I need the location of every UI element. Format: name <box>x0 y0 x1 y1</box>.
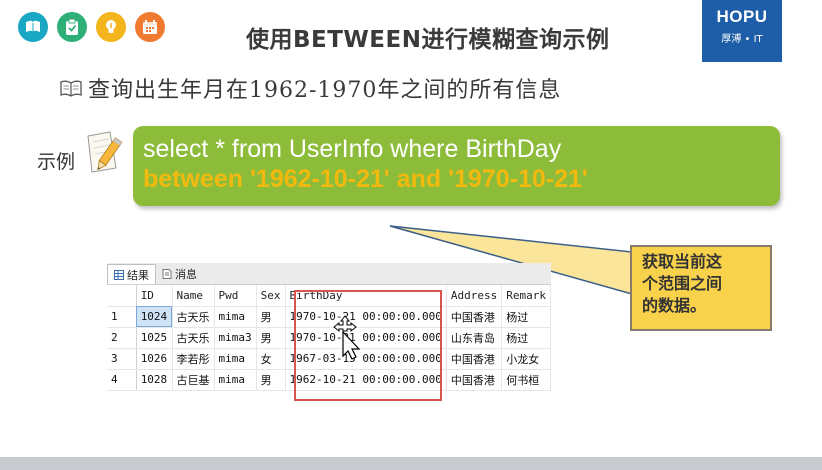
tab-messages[interactable]: 消息 <box>156 264 203 284</box>
sql-code-box: select * from UserInfo where BirthDay be… <box>133 126 780 206</box>
col-header-address[interactable]: Address <box>446 285 503 307</box>
cell-sex[interactable]: 男 <box>256 306 286 328</box>
col-header-remark[interactable]: Remark <box>501 285 551 307</box>
callout-line-3: 的数据。 <box>642 296 707 315</box>
grid-icon <box>114 269 124 280</box>
cell-remark[interactable]: 何书桓 <box>501 369 551 391</box>
cell-address[interactable]: 中国香港 <box>446 348 503 370</box>
cell-id[interactable]: 1025 <box>136 327 173 349</box>
callout-note: 获取当前这 个范围之间 的数据。 <box>630 245 772 331</box>
tab-results-label: 结果 <box>127 268 149 282</box>
cell-name[interactable]: 古天乐 <box>172 327 215 349</box>
col-header-name[interactable]: Name <box>172 285 215 307</box>
col-header-pwd[interactable]: Pwd <box>214 285 257 307</box>
row-number-header <box>107 285 137 307</box>
cell-remark[interactable]: 杨过 <box>501 306 551 328</box>
results-tab-bar: 结果 消息 <box>107 263 551 285</box>
cell-name[interactable]: 古巨基 <box>172 369 215 391</box>
cell-id[interactable]: 1028 <box>136 369 173 391</box>
example-label: 示例 <box>37 151 76 173</box>
brand-name: HOPU <box>716 7 768 26</box>
message-icon <box>162 269 172 279</box>
cell-address[interactable]: 中国香港 <box>446 369 503 391</box>
cell-id[interactable]: 1026 <box>136 348 173 370</box>
top-icon-bar <box>18 12 165 42</box>
row-number[interactable]: 3 <box>107 348 137 370</box>
cell-id[interactable]: 1024 <box>136 306 173 328</box>
row-number[interactable]: 1 <box>107 306 137 328</box>
tab-results[interactable]: 结果 <box>107 264 156 284</box>
col-header-id[interactable]: ID <box>136 285 173 307</box>
sql-line-between: between '1962-10-21' and '1970-10-21' <box>143 165 588 193</box>
clipboard-check-icon[interactable] <box>57 12 87 42</box>
cell-pwd[interactable]: mima <box>214 306 257 328</box>
cell-pwd[interactable]: mima3 <box>214 327 257 349</box>
cell-sex[interactable]: 女 <box>256 348 286 370</box>
row-number[interactable]: 2 <box>107 327 137 349</box>
brand-sub: 厚溥 • IT <box>721 34 763 45</box>
cell-address[interactable]: 山东青岛 <box>446 327 503 349</box>
sql-line-select: select * from UserInfo where BirthDay <box>143 135 562 163</box>
callout-line-2: 个范围之间 <box>642 274 723 293</box>
cell-address[interactable]: 中国香港 <box>446 306 503 328</box>
cell-sex[interactable]: 男 <box>256 327 286 349</box>
calendar-icon[interactable] <box>135 12 165 42</box>
subtitle: 查询出生年月在1962-1970年之间的所有信息 <box>88 78 562 103</box>
pencil-paper-icon <box>87 131 123 173</box>
cell-pwd[interactable]: mima <box>214 369 257 391</box>
footer-bar <box>0 457 822 470</box>
slide-title: 使用BETWEEN进行模糊查询示例 <box>246 27 610 53</box>
brand-logo: HOPU 厚溥 • IT <box>702 0 782 62</box>
open-book-icon <box>60 80 82 97</box>
cell-name[interactable]: 古天乐 <box>172 306 215 328</box>
lightbulb-icon[interactable] <box>96 12 126 42</box>
row-number[interactable]: 4 <box>107 369 137 391</box>
cell-pwd[interactable]: mima <box>214 348 257 370</box>
cell-remark[interactable]: 杨过 <box>501 327 551 349</box>
move-cursor-icon <box>333 315 361 360</box>
cell-sex[interactable]: 男 <box>256 369 286 391</box>
callout-line-1: 获取当前这 <box>642 252 723 271</box>
tab-messages-label: 消息 <box>175 268 197 281</box>
birthday-highlight-box <box>294 290 442 401</box>
cell-remark[interactable]: 小龙女 <box>501 348 551 370</box>
book-icon[interactable] <box>18 12 48 42</box>
cell-name[interactable]: 李若彤 <box>172 348 215 370</box>
col-header-sex[interactable]: Sex <box>256 285 286 307</box>
